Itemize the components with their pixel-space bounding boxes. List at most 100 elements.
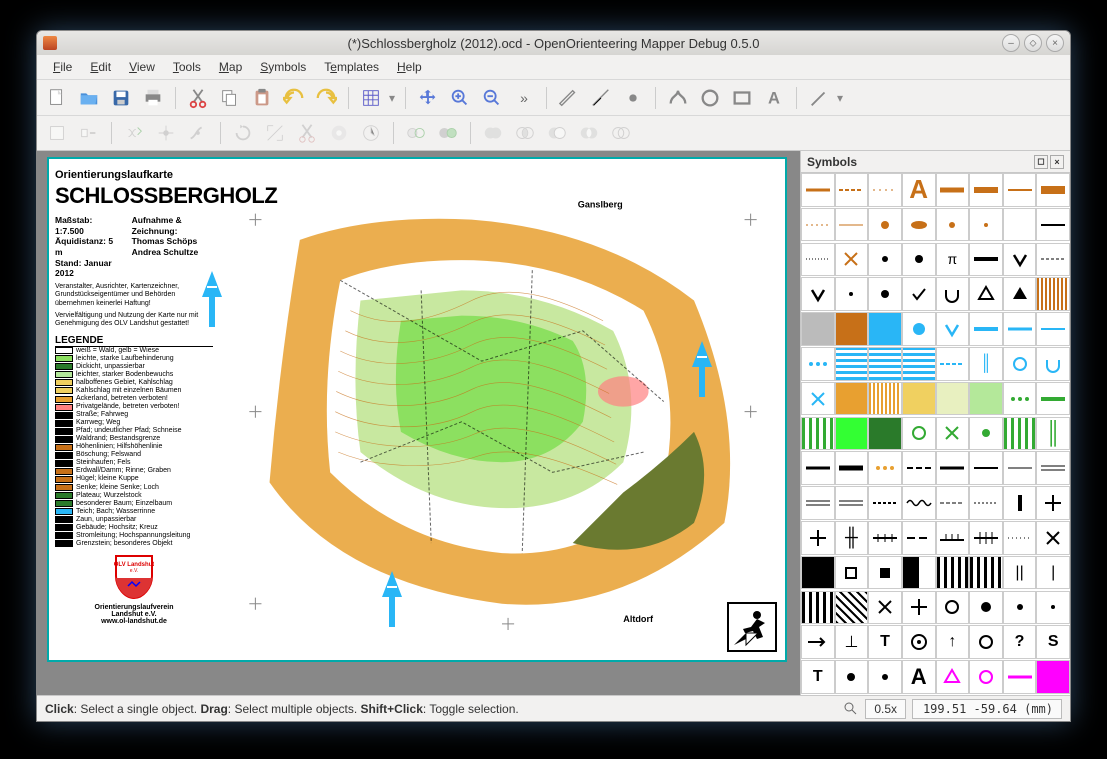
symbol-cell[interactable]: [1003, 521, 1037, 555]
zoom-out-button[interactable]: [478, 84, 506, 112]
edit-line-tool[interactable]: [587, 84, 615, 112]
symbol-cell[interactable]: [1003, 208, 1037, 242]
symbol-cell[interactable]: [1036, 243, 1070, 277]
symbol-cell[interactable]: [801, 243, 835, 277]
symbol-cell[interactable]: [969, 521, 1003, 555]
symbol-cell[interactable]: [835, 243, 869, 277]
symbol-cell[interactable]: [969, 312, 1003, 346]
symbol-cell[interactable]: [868, 556, 902, 590]
symbol-cell[interactable]: [801, 382, 835, 416]
symbol-cell[interactable]: [1003, 486, 1037, 520]
symbol-cell[interactable]: [835, 173, 869, 207]
symbol-cell[interactable]: ║: [969, 347, 1003, 381]
symbol-cell[interactable]: [868, 451, 902, 485]
save-button[interactable]: [107, 84, 135, 112]
symbol-cell[interactable]: [868, 243, 902, 277]
tb2-cuthole[interactable]: [325, 119, 353, 147]
symbol-cell[interactable]: [902, 382, 936, 416]
symbol-cell[interactable]: [868, 208, 902, 242]
menu-view[interactable]: View: [121, 57, 163, 77]
symbol-cell[interactable]: [835, 486, 869, 520]
symbol-cell[interactable]: [1036, 382, 1070, 416]
symbol-cell[interactable]: [969, 382, 1003, 416]
symbol-cell[interactable]: [1003, 312, 1037, 346]
symbol-cell[interactable]: [868, 347, 902, 381]
symbol-cell[interactable]: [1036, 660, 1070, 694]
symbol-cell[interactable]: [835, 556, 869, 590]
tb2-2[interactable]: [75, 119, 103, 147]
symbol-cell[interactable]: [1003, 591, 1037, 625]
symbol-cell[interactable]: [969, 277, 1003, 311]
symbol-cell[interactable]: [1003, 277, 1037, 311]
symbol-cell[interactable]: [1003, 173, 1037, 207]
symbol-cell[interactable]: [835, 451, 869, 485]
symbol-cell[interactable]: [936, 486, 970, 520]
symbol-cell[interactable]: [936, 347, 970, 381]
symbol-cell[interactable]: [835, 382, 869, 416]
symbol-cell[interactable]: [936, 591, 970, 625]
symbol-cell[interactable]: T: [801, 660, 835, 694]
symbol-cell[interactable]: [969, 660, 1003, 694]
symbol-cell[interactable]: [1036, 347, 1070, 381]
symbol-cell[interactable]: [801, 625, 835, 659]
symbol-cell[interactable]: [1036, 521, 1070, 555]
symbol-cell[interactable]: [1003, 451, 1037, 485]
tb2-switch-sym[interactable]: [402, 119, 430, 147]
tb2-xor[interactable]: [575, 119, 603, 147]
symbol-cell[interactable]: ⊥: [835, 625, 869, 659]
panel-float-button[interactable]: ◻: [1034, 155, 1048, 169]
symbol-cell[interactable]: [868, 173, 902, 207]
grid-button[interactable]: [357, 84, 385, 112]
undo-button[interactable]: [280, 84, 308, 112]
symbol-cell[interactable]: [1036, 208, 1070, 242]
symbol-cell[interactable]: [902, 451, 936, 485]
symbol-cell[interactable]: [902, 521, 936, 555]
symbol-cell[interactable]: [1003, 243, 1037, 277]
toolbar-overflow[interactable]: »: [510, 84, 538, 112]
symbol-cell[interactable]: [1003, 660, 1037, 694]
symbol-cell[interactable]: ↑: [936, 625, 970, 659]
symbol-cell[interactable]: [936, 660, 970, 694]
draw-tool[interactable]: [805, 84, 833, 112]
coords-display[interactable]: 199.51 -59.64 (mm): [912, 699, 1062, 719]
rect-tool[interactable]: [728, 84, 756, 112]
symbol-cell[interactable]: [902, 243, 936, 277]
symbol-cell[interactable]: [835, 660, 869, 694]
symbol-cell[interactable]: [868, 417, 902, 451]
point-tool[interactable]: [619, 84, 647, 112]
symbol-cell[interactable]: [969, 625, 1003, 659]
tb2-join[interactable]: [184, 119, 212, 147]
tb2-1[interactable]: [43, 119, 71, 147]
copy-button[interactable]: [216, 84, 244, 112]
tb2-diff[interactable]: [543, 119, 571, 147]
symbol-cell[interactable]: [868, 277, 902, 311]
symbol-cell[interactable]: [868, 382, 902, 416]
open-button[interactable]: [75, 84, 103, 112]
symbol-cell[interactable]: [835, 208, 869, 242]
tb2-cut[interactable]: [293, 119, 321, 147]
symbol-cell[interactable]: A: [902, 173, 936, 207]
tb2-scale[interactable]: [261, 119, 289, 147]
symbol-cell[interactable]: ?: [1003, 625, 1037, 659]
symbol-cell[interactable]: [969, 417, 1003, 451]
symbol-cell[interactable]: [902, 417, 936, 451]
symbol-cell[interactable]: [902, 277, 936, 311]
canvas[interactable]: Orientierungslaufkarte SCHLOSSBERGHOLZ M…: [37, 151, 800, 695]
edit-point-tool[interactable]: [555, 84, 583, 112]
symbol-cell[interactable]: T: [868, 625, 902, 659]
symbol-cell[interactable]: [902, 312, 936, 346]
symbol-cell[interactable]: [936, 173, 970, 207]
symbol-cell[interactable]: [936, 417, 970, 451]
tb2-measure[interactable]: [357, 119, 385, 147]
symbol-cell[interactable]: [1036, 312, 1070, 346]
symbol-cell[interactable]: [936, 277, 970, 311]
symbol-cell[interactable]: ╫: [835, 521, 869, 555]
symbol-cell[interactable]: [902, 208, 936, 242]
close-button[interactable]: ×: [1046, 34, 1064, 52]
tb2-union[interactable]: [479, 119, 507, 147]
panel-close-button[interactable]: ×: [1050, 155, 1064, 169]
symbol-cell[interactable]: [902, 486, 936, 520]
menu-symbols[interactable]: Symbols: [252, 57, 314, 77]
symbol-cell[interactable]: [1036, 277, 1070, 311]
symbol-cell[interactable]: [835, 312, 869, 346]
